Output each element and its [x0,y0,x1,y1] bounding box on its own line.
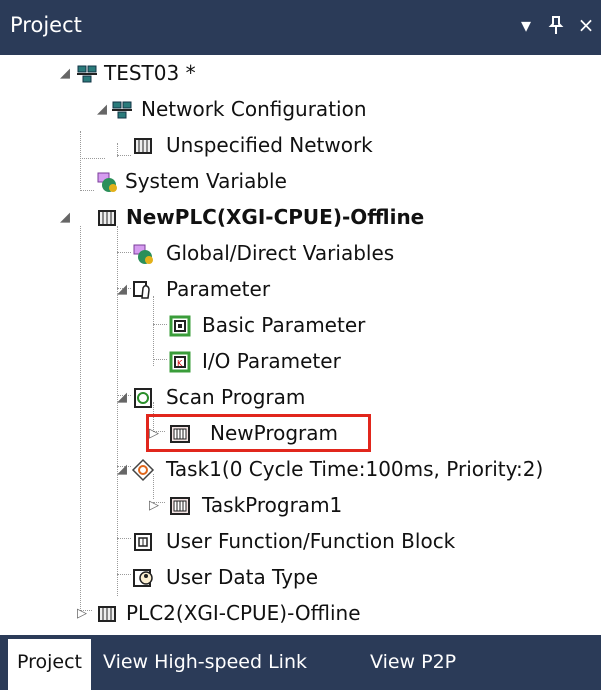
collapse-icon[interactable]: ◢ [95,103,109,117]
tree-label: System Variable [125,169,287,193]
newprogram-highlight-box [146,414,371,452]
io-parameter-icon: K [168,350,192,374]
project-network-icon [75,62,99,86]
tree-item-scan-program[interactable]: ◢ Scan Program [0,380,601,416]
tree-item-global-direct-variables[interactable]: Global/Direct Variables [0,236,601,272]
panel-title: Project [10,13,82,37]
tree-item-task1[interactable]: ◢ Task1(0 Cycle Time:100ms, Priority:2) [0,452,601,488]
program-icon [168,494,192,518]
tree-label: User Data Type [166,565,318,589]
tree-label: Basic Parameter [202,313,366,337]
tree-item-newplc[interactable]: ◢ NewPLC(XGI-CPUE)-Offline [0,200,601,236]
expand-icon[interactable]: ▷ [75,607,89,621]
network-device-icon [131,134,155,158]
tree-item-taskprogram1[interactable]: ▷ TaskProgram1 [0,488,601,524]
tree-item-io-parameter[interactable]: K I/O Parameter [0,344,601,380]
tree-item-user-function[interactable]: User Function/Function Block [0,524,601,560]
tree-label: Network Configuration [141,97,367,121]
tree-item-plc2[interactable]: ▷ PLC2(XGI-CPUE)-Offline [0,596,601,632]
variable-icon [95,170,119,194]
tree-item-parameter[interactable]: ◢ Parameter [0,272,601,308]
network-configuration-icon [110,98,134,122]
user-data-type-icon [131,566,155,590]
tree-label: TaskProgram1 [202,493,343,517]
tree-label: PLC2(XGI-CPUE)-Offline [126,601,361,625]
bottom-tab-bar: Project View High-speed Link View P2P [0,635,601,690]
collapse-icon[interactable]: ◢ [58,211,72,225]
tree-item-basic-parameter[interactable]: Basic Parameter [0,308,601,344]
plc-icon [95,602,119,626]
tree-label: Unspecified Network [166,133,373,157]
task-icon [131,458,155,482]
pin-icon[interactable] [544,14,568,44]
tree-label: User Function/Function Block [166,529,456,553]
project-panel: Project ▾ × ◢ TEST03 * ◢ Network Configu… [0,0,601,690]
tab-view-high-speed-link[interactable]: View High-speed Link [94,635,316,690]
plc-icon [95,206,119,230]
tree-label: I/O Parameter [202,349,341,373]
project-tree: ◢ TEST03 * ◢ Network Configuration Unspe… [0,56,601,636]
tree-label: Scan Program [166,385,306,409]
tree-label: Global/Direct Variables [166,241,395,265]
panel-titlebar: Project ▾ × [0,0,601,55]
tree-item-user-data-type[interactable]: User Data Type [0,560,601,596]
close-icon[interactable]: × [574,10,598,40]
tab-view-p2p[interactable]: View P2P [361,635,465,690]
panel-menu-icon[interactable]: ▾ [514,10,538,40]
tree-root-label: TEST03 * [104,61,196,85]
collapse-icon[interactable]: ◢ [115,391,129,405]
collapse-icon[interactable]: ◢ [115,283,129,297]
tree-label: NewPLC(XGI-CPUE)-Offline [126,205,425,229]
function-block-icon [131,530,155,554]
tree-item-network-configuration[interactable]: ◢ Network Configuration [0,92,601,128]
parameter-icon [131,278,155,302]
collapse-icon[interactable]: ◢ [115,463,129,477]
svg-text:K: K [177,359,183,368]
tree-item-system-variable[interactable]: System Variable [0,164,601,200]
tree-item-unspecified-network[interactable]: Unspecified Network [0,128,601,164]
tree-label: Task1(0 Cycle Time:100ms, Priority:2) [166,457,544,481]
expand-icon[interactable]: ▷ [147,499,161,513]
tree-label: Parameter [166,277,271,301]
global-variable-icon [131,242,155,266]
tab-project[interactable]: Project [8,639,92,690]
scan-program-icon [131,386,155,410]
tree-item-root[interactable]: ◢ TEST03 * [0,56,601,92]
collapse-icon[interactable]: ◢ [58,67,72,81]
basic-parameter-icon [168,314,192,338]
